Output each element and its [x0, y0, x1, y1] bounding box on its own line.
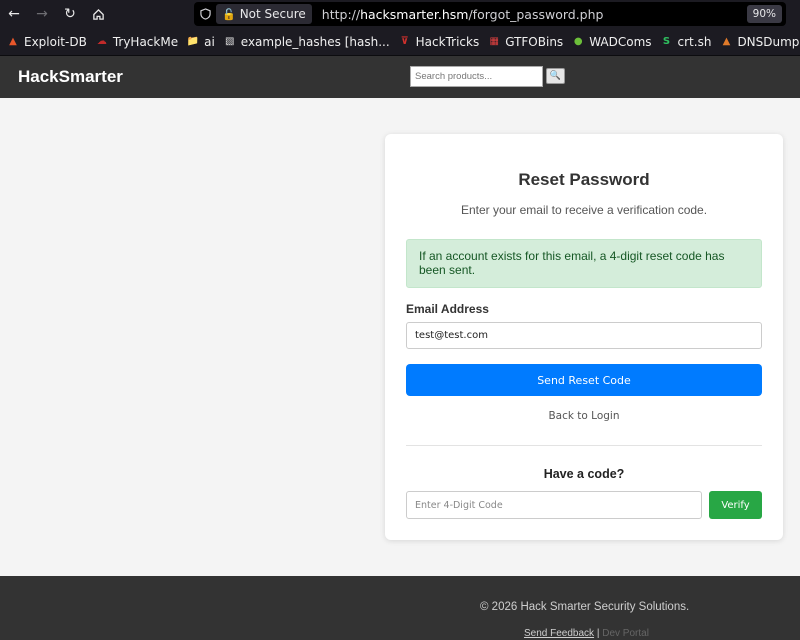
email-label: Email Address — [406, 302, 489, 316]
bookmark-item[interactable]: ⊽ HackTricks — [398, 35, 480, 49]
home-icon[interactable] — [84, 0, 112, 28]
folder-icon: 📁 — [186, 36, 200, 47]
bookmark-item[interactable]: 📁 ai — [186, 35, 215, 49]
bookmark-label: Exploit-DB — [24, 34, 87, 49]
search-icon: 🔍 — [549, 71, 562, 81]
url-path: /forgot_password.php — [468, 6, 604, 22]
bookmark-label: DNSDumpster — [737, 34, 800, 49]
code-heading: Have a code? — [543, 467, 625, 481]
crtsh-icon: S — [662, 36, 671, 47]
shield-icon[interactable] — [194, 8, 216, 20]
gtfobins-icon: ▦ — [489, 36, 499, 47]
search-input[interactable] — [410, 66, 543, 87]
bookmark-label: ai — [204, 34, 215, 49]
footer-links: Send Feedback | Dev Portal — [524, 628, 649, 639]
hashcat-icon: ▧ — [225, 36, 235, 47]
hacktricks-icon: ⊽ — [400, 36, 409, 47]
bookmark-item[interactable]: ● WADComs — [571, 34, 652, 49]
send-reset-code-button[interactable]: Send Reset Code — [406, 364, 762, 396]
url-text[interactable]: http://hacksmarter.hsm/forgot_password.p… — [322, 7, 604, 22]
reload-icon[interactable]: ↻ — [56, 0, 84, 28]
url-scheme: http:// — [321, 6, 361, 22]
bookmark-label: crt.sh — [677, 34, 712, 49]
code-input[interactable] — [406, 491, 702, 519]
card-subtitle: Enter your email to receive a verificati… — [460, 203, 708, 217]
zoom-level[interactable]: 90% — [746, 5, 782, 23]
wadcoms-icon: ● — [573, 36, 583, 47]
bookmark-label: HackTricks — [415, 34, 480, 49]
dev-portal-link[interactable]: Dev Portal — [602, 628, 649, 639]
divider — [406, 445, 762, 446]
bookmark-label: example_hashes [hash... — [240, 34, 390, 49]
dnsdumpster-icon: ▲ — [722, 36, 731, 47]
email-field[interactable] — [406, 322, 762, 349]
exploit-db-icon: ▲ — [9, 36, 17, 47]
success-alert: If an account exists for this email, a 4… — [406, 239, 762, 288]
bookmark-item[interactable]: ▧ example_hashes [hash... — [223, 35, 390, 49]
card-title: Reset Password — [518, 170, 650, 189]
search-button[interactable]: 🔍 — [546, 68, 565, 84]
insecure-lock-icon: 🔓 — [222, 7, 236, 21]
not-secure-label: Not Secure — [239, 7, 306, 21]
bookmark-label: GTFOBins — [505, 34, 564, 49]
bookmark-label: WADComs — [589, 34, 652, 49]
site-brand[interactable]: HackSmarter — [18, 67, 123, 87]
footer-separator: | — [596, 628, 600, 639]
bookmarks-bar: ▲ Exploit-DB ☁ TryHackMe 📁 ai ▧ example_hashes … — [0, 28, 800, 56]
bookmark-item[interactable]: ☁ TryHackMe — [95, 35, 178, 49]
bookmark-item[interactable]: Scrt.sh — [660, 35, 712, 49]
forward-icon[interactable]: → — [28, 0, 56, 28]
bookmark-item[interactable]: ▲ Exploit-DB — [6, 35, 87, 49]
url-host: hacksmarter.hsm — [360, 6, 469, 22]
site-footer: © 2026 Hack Smarter Security Solutions. … — [0, 576, 800, 640]
site-header: HackSmarter 🔍 — [0, 56, 800, 98]
back-icon[interactable]: ← — [0, 0, 28, 28]
browser-toolbar: ← → ↻ 🔓 Not Secure http://hacksmarter.hs… — [0, 0, 800, 28]
back-to-login-link[interactable]: Back to Login — [385, 410, 783, 422]
verify-button[interactable]: Verify — [709, 491, 762, 519]
bookmark-label: TryHackMe — [112, 34, 179, 49]
reset-password-card: Reset Password Enter your email to recei… — [385, 134, 783, 540]
address-bar[interactable]: 🔓 Not Secure http://hacksmarter.hsm/forg… — [194, 2, 786, 26]
bookmark-item[interactable]: ▦ GTFOBins — [487, 35, 563, 49]
send-feedback-link[interactable]: Send Feedback — [524, 628, 594, 639]
not-secure-badge[interactable]: 🔓 Not Secure — [216, 4, 312, 24]
tryhackme-icon: ☁ — [96, 36, 107, 47]
bookmark-item[interactable]: ▲ DNSDumpster — [719, 35, 800, 49]
copyright-text: © 2026 Hack Smarter Security Solutions. — [480, 601, 690, 613]
